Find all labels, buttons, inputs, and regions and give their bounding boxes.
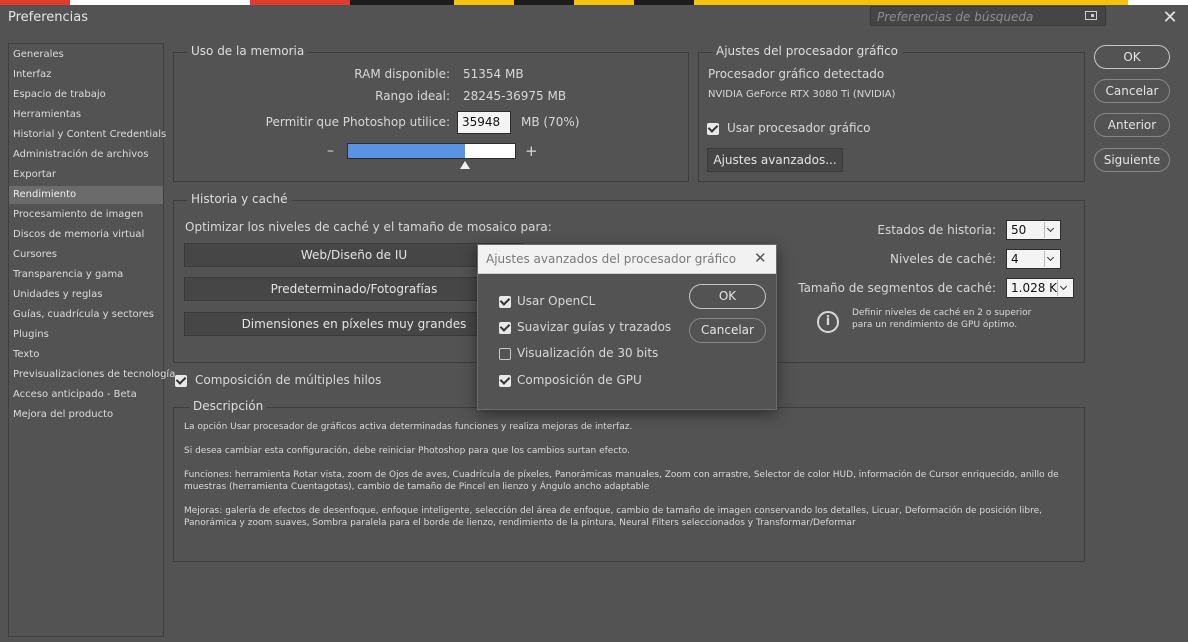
ram-label: RAM disponible: [354, 67, 450, 81]
sidebar-item-procesamiento[interactable]: Procesamiento de imagen [9, 206, 163, 224]
ideal-range-label: Rango ideal: [375, 89, 450, 103]
sidebar-item-unidades[interactable]: Unidades y reglas [9, 286, 163, 304]
panel-icon[interactable] [1085, 11, 1097, 20]
preferences-search[interactable] [870, 6, 1106, 26]
sidebar-item-herramientas[interactable]: Herramientas [9, 106, 163, 124]
use-gpu-label: Usar procesador gráfico [727, 121, 871, 135]
sidebar-item-exportar[interactable]: Exportar [9, 166, 163, 184]
ram-value: 51354 MB [463, 67, 524, 81]
sidebar-item-interfaz[interactable]: Interfaz [9, 66, 163, 84]
cache-levels-label: Niveles de caché: [890, 252, 996, 266]
history-states-label: Estados de historia: [877, 223, 996, 237]
allow-usage-label: Permitir que Photoshop utilice: [265, 115, 450, 129]
dialog-title-bar[interactable]: Ajustes avanzados del procesador gráfico… [478, 245, 776, 274]
dialog-cancel-button[interactable]: Cancelar [689, 318, 766, 343]
sidebar-item-discos[interactable]: Discos de memoria virtual [9, 226, 163, 244]
chevron-down-icon [1057, 280, 1070, 296]
gpu-composition-checkbox[interactable] [499, 375, 511, 387]
gpu-detected-label: Procesador gráfico detectado [708, 67, 885, 81]
sidebar-item-previsualizaciones[interactable]: Previsualizaciones de tecnología [9, 366, 175, 384]
close-icon[interactable]: ✕ [1160, 8, 1180, 28]
dialog-title: Ajustes avanzados del procesador gráfico [486, 252, 737, 266]
30bit-display-label: Visualización de 30 bits [517, 346, 659, 360]
close-icon[interactable]: ✕ [754, 249, 767, 267]
opencl-checkbox[interactable] [499, 296, 511, 308]
memory-slider-thumb[interactable] [460, 161, 470, 169]
smooth-guides-label: Suavizar guías y trazados [517, 320, 672, 334]
description-paragraph-1: La opción Usar procesador de gráficos ac… [184, 422, 633, 432]
next-button[interactable]: Siguiente [1094, 148, 1170, 172]
cache-tile-size-select[interactable]: 1.028 K [1006, 278, 1074, 298]
sidebar-item-historial[interactable]: Historial y Content Credentials [9, 126, 166, 144]
description-title: Descripción [189, 399, 268, 413]
cache-levels-value: 4 [1011, 252, 1019, 266]
gpu-composition-label: Composición de GPU [517, 373, 642, 387]
search-input[interactable] [875, 8, 1079, 26]
history-states-value: 50 [1011, 223, 1027, 237]
gpu-name: NVIDIA GeForce RTX 3080 Ti (NVIDIA) [708, 89, 896, 100]
info-icon: i [817, 311, 839, 333]
memory-slider[interactable] [347, 143, 516, 159]
previous-button[interactable]: Anterior [1094, 113, 1170, 137]
window-title: Preferencias [8, 10, 89, 25]
sidebar-item-cursores[interactable]: Cursores [9, 246, 163, 264]
30bit-display-checkbox[interactable] [499, 348, 511, 360]
memory-slider-fill [348, 144, 465, 158]
use-gpu-checkbox[interactable] [707, 123, 719, 135]
gpu-group-title: Ajustes del procesador gráfico [712, 44, 903, 58]
cache-tile-size-value: 1.028 K [1011, 281, 1058, 295]
sidebar-item-guias[interactable]: Guías, cuadrícula y sectores [9, 306, 163, 324]
sidebar-item-espacio-de-trabajo[interactable]: Espacio de trabajo [9, 86, 163, 104]
cache-levels-select[interactable]: 4 [1006, 249, 1061, 269]
sidebar: Generales Interfaz Espacio de trabajo He… [8, 43, 175, 637]
smooth-guides-checkbox[interactable] [499, 322, 511, 334]
sidebar-item-archivos[interactable]: Administración de archivos [9, 146, 163, 164]
history-states-select[interactable]: 50 [1006, 220, 1061, 240]
increase-memory-button[interactable]: + [525, 142, 538, 160]
title-bar: Preferencias ✕ [0, 5, 1188, 31]
sidebar-item-plugins[interactable]: Plugins [9, 326, 163, 344]
cancel-button[interactable]: Cancelar [1094, 79, 1170, 103]
multithread-checkbox[interactable] [175, 375, 187, 387]
advanced-gpu-dialog: Ajustes avanzados del procesador gráfico… [477, 244, 777, 410]
advanced-gpu-settings-button[interactable]: Ajustes avanzados... [707, 148, 843, 172]
dialog-ok-button[interactable]: OK [689, 284, 766, 309]
memory-amount-input[interactable]: 35948 [457, 111, 511, 134]
opencl-label: Usar OpenCL [517, 294, 596, 308]
preset-default-photos-button[interactable]: Predeterminado/Fotografías [184, 277, 524, 301]
description-paragraph-4: Mejoras: galería de efectos de desenfoqu… [184, 506, 1042, 528]
ideal-range-value: 28245-36975 MB [463, 89, 567, 103]
optimize-label: Optimizar los niveles de caché y el tama… [185, 220, 552, 234]
chevron-down-icon [1044, 251, 1057, 267]
chevron-down-icon [1044, 222, 1057, 238]
preset-web-ui-button[interactable]: Web/Diseño de IU [184, 243, 524, 267]
sidebar-item-acceso-anticipado[interactable]: Acceso anticipado - Beta [9, 386, 163, 404]
description-paragraph-2: Si desea cambiar esta configuración, deb… [184, 446, 631, 456]
preset-large-pixels-button[interactable]: Dimensiones en píxeles muy grandes [184, 312, 524, 336]
memory-group-title: Uso de la memoria [187, 44, 309, 58]
multithread-label: Composición de múltiples hilos [195, 373, 382, 387]
cache-tile-size-label: Tamaño de segmentos de caché: [798, 281, 996, 295]
decrease-memory-button[interactable]: – [327, 143, 334, 159]
description-paragraph-3: Funciones: herramienta Rotar vista, zoom… [184, 470, 1059, 492]
sidebar-item-generales[interactable]: Generales [9, 46, 163, 64]
history-cache-title: Historia y caché [187, 192, 292, 206]
memory-percent-label: MB (70%) [521, 115, 580, 129]
cache-info-text: Definir niveles de caché en 2 o superior… [852, 308, 1032, 330]
sidebar-item-texto[interactable]: Texto [9, 346, 163, 364]
sidebar-item-rendimiento[interactable]: Rendimiento [9, 186, 163, 204]
sidebar-item-mejora[interactable]: Mejora del producto [9, 406, 163, 424]
sidebar-item-transparencia[interactable]: Transparencia y gama [9, 266, 163, 284]
ok-button[interactable]: OK [1094, 45, 1170, 69]
